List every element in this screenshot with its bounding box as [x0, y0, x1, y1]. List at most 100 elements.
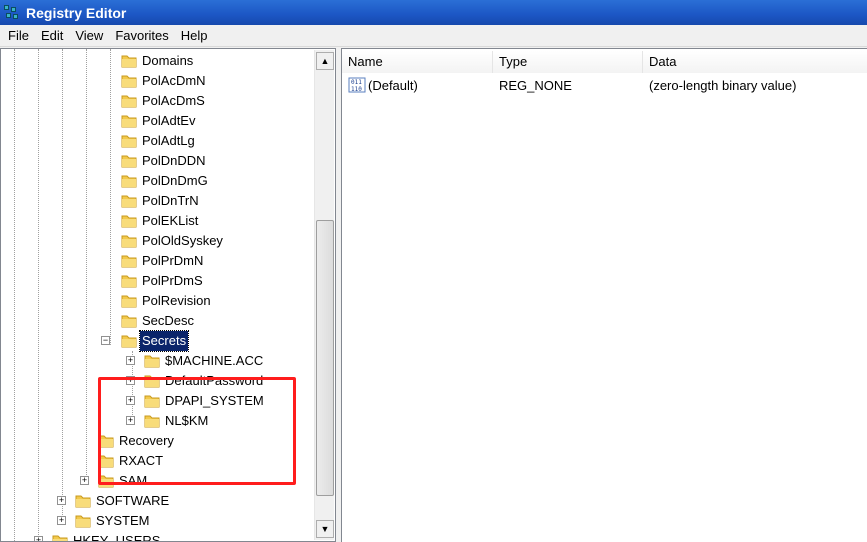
tree-item-label: HKEY_USERS	[73, 533, 161, 542]
list-header: Name Type Data	[342, 51, 867, 73]
folder-icon	[120, 133, 138, 149]
folder-icon	[120, 233, 138, 249]
scrollbar-thumb[interactable]	[316, 220, 334, 496]
tree-item-label: SYSTEM	[96, 513, 150, 528]
folder-icon	[120, 73, 138, 89]
tree-item-label: Secrets	[138, 330, 190, 352]
tree-item-policy-child[interactable]: PolRevision	[1, 291, 314, 311]
tree-item-policy-child[interactable]: PolPrDmS	[1, 271, 314, 291]
tree-item-label: PolRevision	[142, 293, 211, 308]
expand-button[interactable]: +	[80, 476, 89, 485]
tree-item-secret-child[interactable]: + $MACHINE.ACC	[1, 351, 314, 371]
tree-item-label: PolOldSyskey	[142, 233, 223, 248]
folder-icon	[120, 293, 138, 309]
tree-item-label: SecDesc	[142, 313, 195, 328]
tree-item-secret-child[interactable]: + NL$KM	[1, 411, 314, 431]
folder-icon	[51, 533, 69, 541]
column-name[interactable]: Name	[342, 51, 493, 73]
tree-item-hkey-users[interactable]: + HKEY_USERS	[1, 531, 314, 542]
folder-icon	[120, 153, 138, 169]
tree-item-policy-child[interactable]: Domains	[1, 51, 314, 71]
tree-item-label: PolAdtEv	[142, 113, 196, 128]
tree-content: Domains PolAcDmN PolAcDmS PolAdtEv PolAdtLg P…	[1, 49, 314, 542]
cell-name: 011 110 (Default)	[342, 77, 493, 93]
menu-view[interactable]: View	[69, 26, 109, 46]
folder-icon	[120, 173, 138, 189]
folder-icon	[120, 253, 138, 269]
collapse-secrets-button[interactable]: −	[101, 336, 110, 345]
tree-item-sam[interactable]: + SAM	[1, 471, 314, 491]
tree-item-label: PolDnDmG	[142, 173, 208, 188]
tree-item-policy-child[interactable]: PolEKList	[1, 211, 314, 231]
expand-button[interactable]: +	[57, 516, 66, 525]
tree-item-software[interactable]: + SOFTWARE	[1, 491, 314, 511]
tree-item-label: DPAPI_SYSTEM	[165, 393, 264, 408]
folder-icon	[120, 53, 138, 69]
list-row-default[interactable]: 011 110 (Default) REG_NONE (zero-length …	[342, 74, 867, 96]
tree-item-policy-child[interactable]: PolAcDmN	[1, 71, 314, 91]
scroll-up-arrow-icon[interactable]: ▲	[316, 52, 334, 70]
tree-item-label: SOFTWARE	[96, 493, 170, 508]
expand-button[interactable]: +	[126, 396, 135, 405]
expand-button[interactable]: +	[34, 536, 43, 541]
tree-item-label: PolPrDmN	[142, 253, 204, 268]
menu-favorites[interactable]: Favorites	[109, 26, 174, 46]
tree-item-label: PolDnTrN	[142, 193, 199, 208]
tree-item-label: PolDnDDN	[142, 153, 206, 168]
tree-item-policy-child[interactable]: PolAdtEv	[1, 111, 314, 131]
column-data[interactable]: Data	[643, 51, 867, 73]
tree-item-secret-child[interactable]: + DefaultPassword	[1, 371, 314, 391]
tree-item-policy-child[interactable]: PolOldSyskey	[1, 231, 314, 251]
folder-icon	[97, 473, 115, 489]
svg-text:110: 110	[351, 86, 362, 93]
folder-icon	[120, 273, 138, 289]
tree-item-secrets[interactable]: − Secrets	[1, 330, 314, 352]
expand-button[interactable]: +	[126, 376, 135, 385]
tree-item-label: Domains	[142, 53, 194, 68]
column-type[interactable]: Type	[493, 51, 643, 73]
tree-item-policy-child[interactable]: PolDnDDN	[1, 151, 314, 171]
tree-item-policy-child[interactable]: PolDnDmG	[1, 171, 314, 191]
tree-item-label: PolPrDmS	[142, 273, 203, 288]
folder-icon	[120, 213, 138, 229]
window-title: Registry Editor	[26, 4, 127, 21]
tree-item-policy-child[interactable]: PolAdtLg	[1, 131, 314, 151]
menu-help[interactable]: Help	[175, 26, 214, 46]
cell-data: (zero-length binary value)	[649, 77, 797, 93]
tree-item-recovery[interactable]: Recovery	[1, 431, 314, 451]
folder-icon	[74, 513, 92, 529]
expand-button[interactable]: +	[126, 356, 135, 365]
tree-item-label: $MACHINE.ACC	[165, 353, 264, 368]
tree-item-policy-child[interactable]: SecDesc	[1, 311, 314, 331]
folder-icon	[143, 353, 161, 369]
folder-icon	[74, 493, 92, 509]
binary-value-icon: 011 110	[348, 77, 366, 93]
menu-file[interactable]: File	[2, 26, 35, 46]
tree-item-label: Recovery	[119, 433, 174, 448]
tree-item-policy-child[interactable]: PolPrDmN	[1, 251, 314, 271]
tree-item-system[interactable]: + SYSTEM	[1, 511, 314, 531]
tree-item-policy-child[interactable]: PolDnTrN	[1, 191, 314, 211]
expand-button[interactable]: +	[57, 496, 66, 505]
folder-icon	[143, 373, 161, 389]
title-bar: Registry Editor	[0, 0, 867, 25]
tree-item-label: DefaultPassword	[165, 373, 264, 388]
registry-key-tree[interactable]: Domains PolAcDmN PolAcDmS PolAdtEv PolAdtLg P…	[0, 48, 336, 542]
folder-icon	[120, 193, 138, 209]
svg-text:011: 011	[351, 79, 362, 86]
tree-vertical-scrollbar[interactable]: ▲ ▼	[314, 50, 334, 540]
tree-item-policy-child[interactable]: PolAcDmS	[1, 91, 314, 111]
tree-item-secret-child[interactable]: + DPAPI_SYSTEM	[1, 391, 314, 411]
expand-button[interactable]: +	[126, 416, 135, 425]
tree-item-rxact[interactable]: RXACT	[1, 451, 314, 471]
tree-item-label: PolAcDmN	[142, 73, 206, 88]
folder-icon	[143, 413, 161, 429]
cell-type: REG_NONE	[499, 77, 572, 93]
folder-icon	[97, 453, 115, 469]
registry-values-list[interactable]: Name Type Data 011 110 (Default) REG_NON…	[341, 48, 867, 542]
tree-item-label: SAM	[119, 473, 148, 488]
scroll-down-arrow-icon[interactable]: ▼	[316, 520, 334, 538]
folder-icon	[120, 313, 138, 329]
tree-item-label: PolAdtLg	[142, 133, 195, 148]
menu-edit[interactable]: Edit	[35, 26, 69, 46]
